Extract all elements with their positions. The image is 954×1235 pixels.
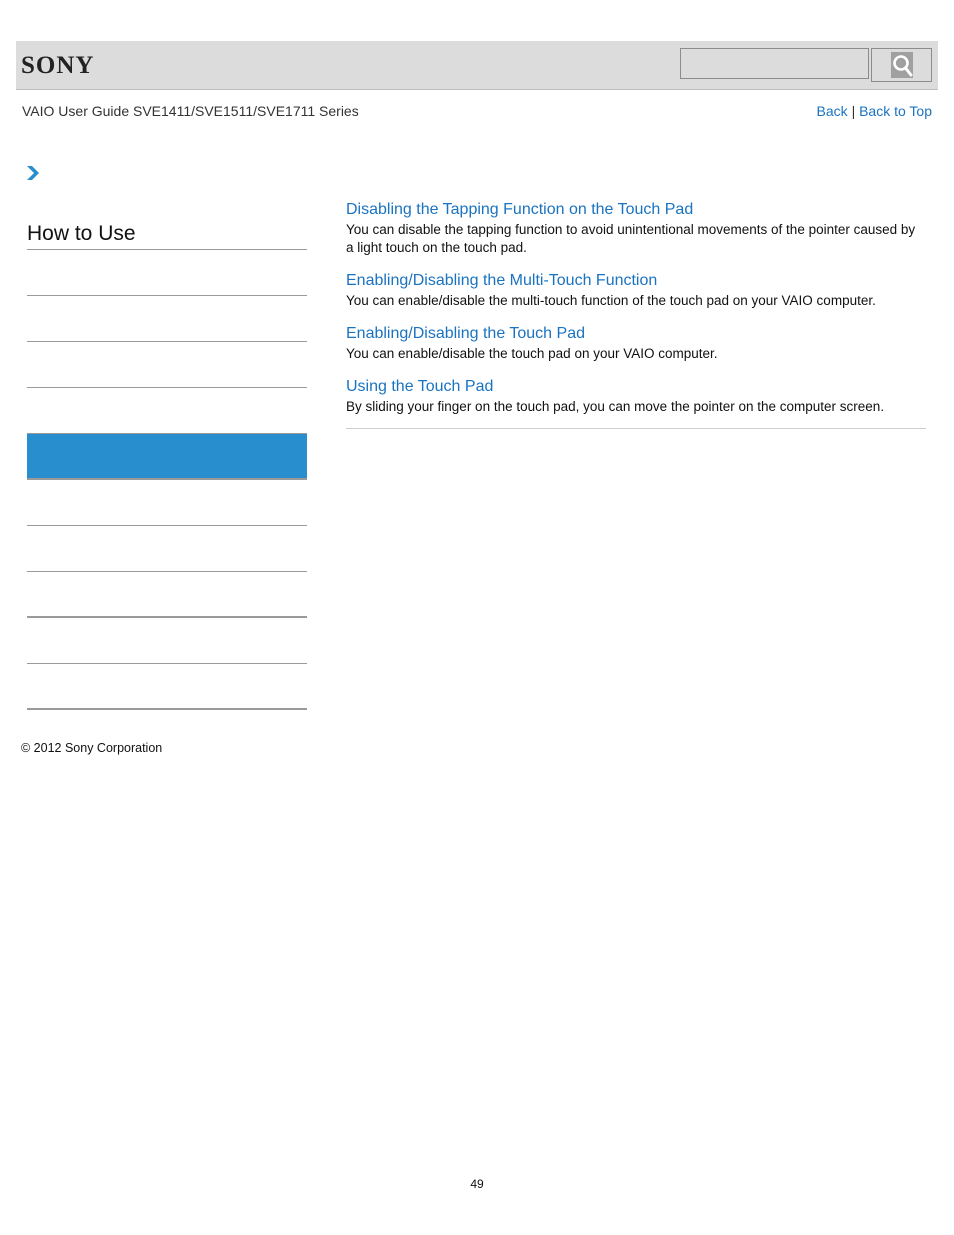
sidebar-item[interactable] — [27, 388, 307, 434]
chevron-right-icon[interactable] — [26, 165, 40, 181]
sidebar-item[interactable] — [27, 342, 307, 388]
page-number: 49 — [470, 1177, 484, 1191]
sidebar-title: How to Use — [27, 218, 307, 250]
search-input[interactable] — [680, 48, 869, 79]
link-separator: | — [851, 103, 856, 119]
back-link[interactable]: Back — [817, 103, 848, 119]
sidebar-item[interactable] — [27, 250, 307, 296]
sidebar-item[interactable] — [27, 480, 307, 526]
sidebar-item-active[interactable] — [27, 433, 307, 480]
sidebar: How to Use — [27, 218, 307, 710]
sidebar-item[interactable] — [27, 572, 307, 618]
topic-link[interactable]: Disabling the Tapping Function on the To… — [346, 200, 926, 219]
copyright: © 2012 Sony Corporation — [21, 741, 163, 755]
top-links: Back | Back to Top — [817, 103, 932, 119]
topic-description: You can enable/disable the touch pad on … — [346, 346, 718, 361]
sidebar-item[interactable] — [27, 296, 307, 342]
topic-item: Disabling the Tapping Function on the To… — [346, 200, 926, 257]
topic-list: Disabling the Tapping Function on the To… — [346, 200, 926, 429]
topic-item: Enabling/Disabling the Multi-Touch Funct… — [346, 271, 926, 310]
content-divider — [346, 428, 926, 429]
guide-title: VAIO User Guide SVE1411/SVE1511/SVE1711 … — [22, 103, 359, 119]
sony-logo: SONY — [21, 52, 95, 79]
topic-link[interactable]: Enabling/Disabling the Multi-Touch Funct… — [346, 271, 926, 290]
topic-link[interactable]: Enabling/Disabling the Touch Pad — [346, 324, 926, 343]
search-icon — [890, 52, 913, 78]
topic-item: Enabling/Disabling the Touch Pad You can… — [346, 324, 926, 363]
topic-description: You can enable/disable the multi-touch f… — [346, 293, 876, 308]
back-to-top-link[interactable]: Back to Top — [859, 103, 932, 119]
sidebar-item[interactable] — [27, 664, 307, 710]
sidebar-item[interactable] — [27, 526, 307, 572]
header-bar: SONY — [16, 41, 938, 90]
topic-item: Using the Touch Pad By sliding your fing… — [346, 377, 926, 416]
search-button[interactable] — [871, 48, 932, 82]
topic-description: You can disable the tapping function to … — [346, 222, 916, 255]
topic-description: By sliding your finger on the touch pad,… — [346, 399, 885, 414]
topic-link[interactable]: Using the Touch Pad — [346, 377, 926, 396]
sidebar-item[interactable] — [27, 618, 307, 664]
